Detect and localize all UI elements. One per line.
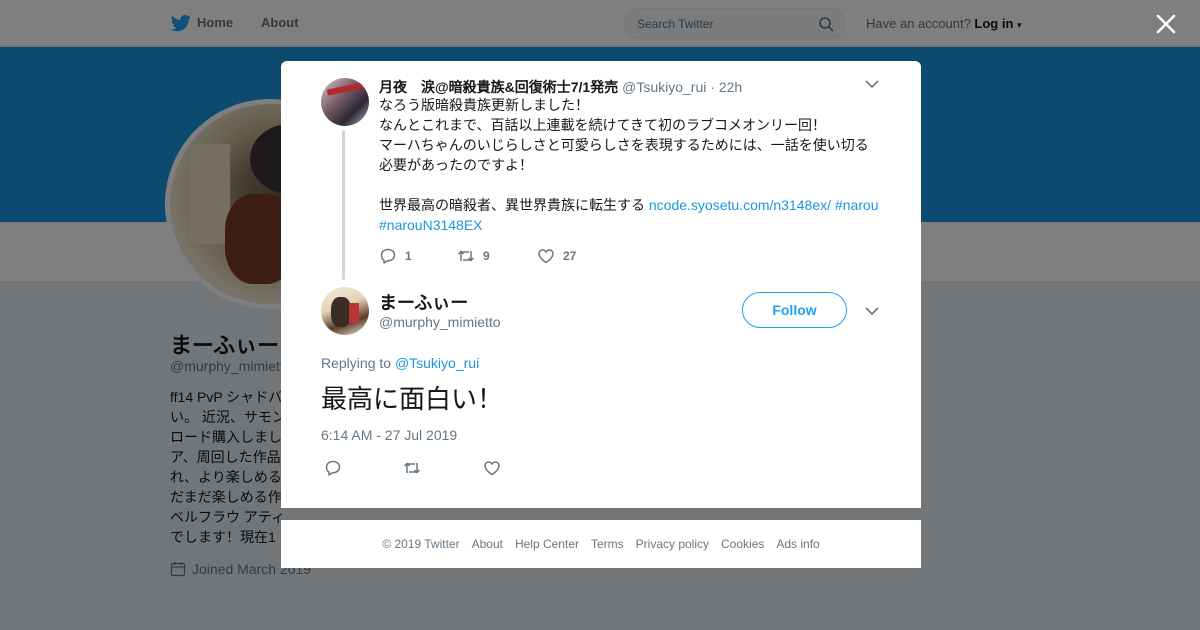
tweet-text-line: #narouN3148EX bbox=[379, 215, 889, 235]
tweet-text-line: なんとこれまで、百話以上連載を続けてきて初のラブコメオンリー回！ bbox=[379, 117, 827, 133]
main-tweet-text: 最高に面白い！ bbox=[321, 384, 504, 414]
footer-link-about[interactable]: About bbox=[472, 537, 503, 551]
reply-icon[interactable] bbox=[324, 459, 342, 477]
reply-button[interactable]: 1 bbox=[379, 247, 457, 265]
main-tweet-timestamp[interactable]: 6:14 AM - 27 Jul 2019 bbox=[321, 427, 457, 443]
tweet-text-line-with-link: 世界最高の暗殺者、異世界貴族に転生する ncode.syosetu.com/n3… bbox=[379, 195, 889, 215]
replying-to: Replying to @Tsukiyo_rui bbox=[321, 355, 479, 371]
parent-tweet-avatar[interactable] bbox=[321, 78, 369, 126]
follow-button[interactable]: Follow bbox=[742, 292, 847, 328]
retweet-icon bbox=[457, 250, 475, 262]
hashtag-link[interactable]: #narou bbox=[835, 197, 879, 213]
like-button[interactable]: 27 bbox=[537, 247, 576, 265]
tweet-text-line: マーハちゃんのいじらしさと可愛らしさを表現するためには、一話を使い切る bbox=[379, 137, 869, 153]
tweet-text-line: 必要があったのですよ！ bbox=[379, 157, 533, 173]
parent-tweet-time[interactable]: 22h bbox=[719, 79, 742, 95]
replying-to-handle-link[interactable]: @Tsukiyo_rui bbox=[395, 355, 479, 371]
main-tweet-author-handle[interactable]: @murphy_mimietto bbox=[379, 314, 501, 330]
parent-tweet-author-handle[interactable]: @Tsukiyo_rui bbox=[622, 79, 706, 95]
chevron-down-icon[interactable] bbox=[865, 306, 879, 316]
chevron-down-icon[interactable] bbox=[865, 79, 879, 89]
parent-tweet-text: なろう版暗殺貴族更新しました！ なんとこれまで、百話以上連載を続けてきて初のラブ… bbox=[379, 95, 889, 235]
parent-tweet-actions: 1 9 27 bbox=[379, 247, 576, 265]
replying-to-label: Replying to bbox=[321, 355, 392, 371]
footer-copyright: © 2019 Twitter bbox=[382, 537, 460, 551]
reply-count: 1 bbox=[405, 249, 412, 263]
thread-connector bbox=[342, 130, 345, 280]
main-tweet-avatar[interactable] bbox=[321, 287, 369, 335]
tweet-permalink-modal: 月夜 涙@暗殺貴族&回復術士7/1発売 @Tsukiyo_rui · 22h な… bbox=[281, 61, 921, 508]
hashtag-link[interactable]: #narouN3148EX bbox=[379, 217, 483, 233]
reply-icon bbox=[380, 248, 396, 264]
retweet-button[interactable]: 9 bbox=[457, 247, 537, 265]
footer-link-terms[interactable]: Terms bbox=[591, 537, 624, 551]
main-tweet-author-name[interactable]: まーふぃー bbox=[379, 289, 468, 315]
heart-icon bbox=[538, 249, 554, 264]
tweet-text-line: なろう版暗殺貴族更新しました！ bbox=[379, 97, 589, 113]
footer-link-help-center[interactable]: Help Center bbox=[515, 537, 579, 551]
tweet-text-line bbox=[379, 175, 889, 195]
retweet-icon[interactable] bbox=[403, 459, 421, 477]
parent-tweet-header: 月夜 涙@暗殺貴族&回復術士7/1発売 @Tsukiyo_rui · 22h bbox=[379, 77, 742, 97]
tweet-url-link[interactable]: ncode.syosetu.com/n3148ex/ bbox=[649, 197, 831, 213]
retweet-count: 9 bbox=[483, 249, 490, 263]
tweet-text-fragment: 世界最高の暗殺者、異世界貴族に転生する bbox=[379, 197, 645, 213]
modal-footer: © 2019 Twitter About Help Center Terms P… bbox=[281, 520, 921, 568]
like-count: 27 bbox=[563, 249, 577, 263]
footer-link-privacy[interactable]: Privacy policy bbox=[636, 537, 709, 551]
close-icon[interactable] bbox=[1155, 13, 1177, 35]
heart-icon[interactable] bbox=[483, 459, 501, 477]
footer-link-ads-info[interactable]: Ads info bbox=[776, 537, 819, 551]
parent-tweet-author-name[interactable]: 月夜 涙@暗殺貴族&回復術士7/1発売 bbox=[379, 79, 618, 95]
footer-link-cookies[interactable]: Cookies bbox=[721, 537, 764, 551]
separator-dot: · bbox=[710, 79, 719, 95]
